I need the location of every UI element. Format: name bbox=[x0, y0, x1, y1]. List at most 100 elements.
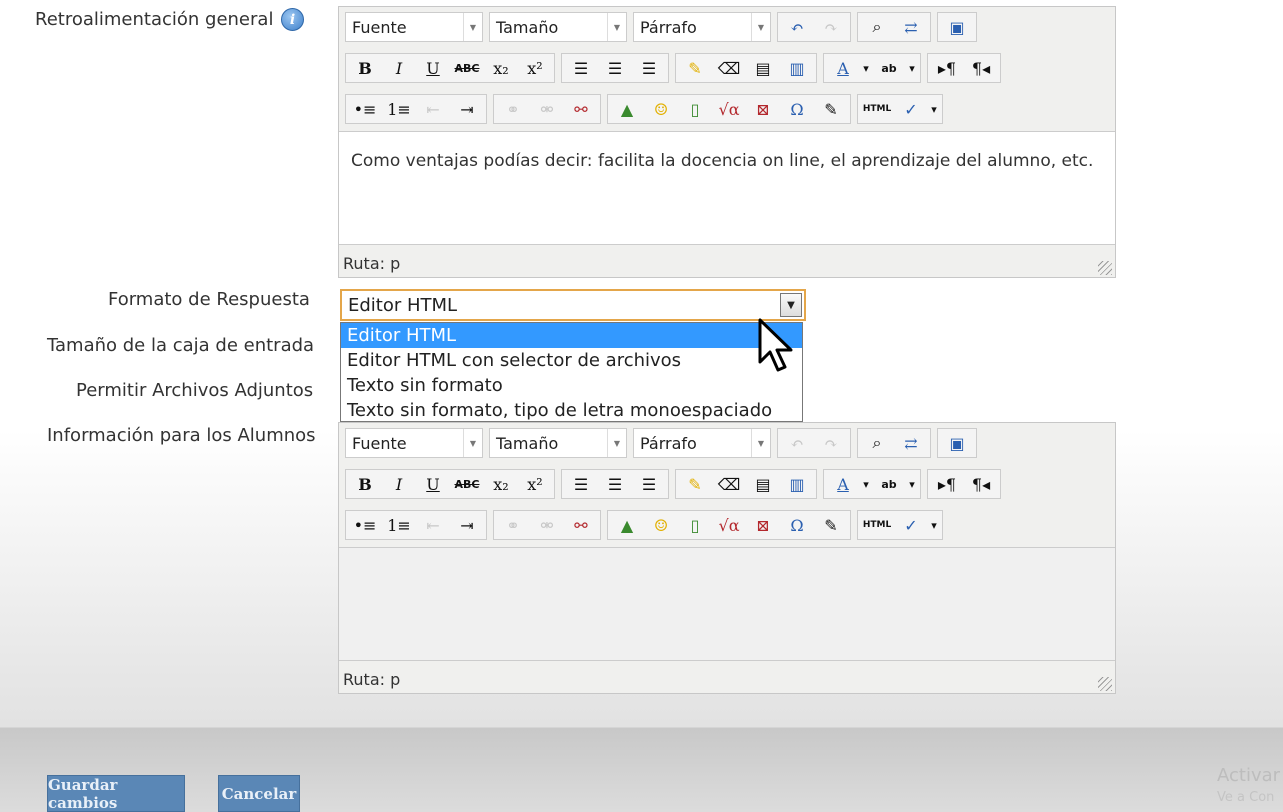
ltr-icon[interactable]: ▸¶ bbox=[930, 54, 964, 82]
chevron-down-icon[interactable]: ▾ bbox=[860, 54, 872, 82]
superscript-button[interactable]: x² bbox=[518, 54, 552, 82]
highlight-color-icon[interactable]: ab bbox=[872, 54, 906, 82]
bold-button[interactable]: B bbox=[348, 54, 382, 82]
replace-icon[interactable]: ⇄ bbox=[894, 429, 928, 457]
bullet-list-icon[interactable]: •≡ bbox=[348, 511, 382, 539]
outdent-icon[interactable]: ⇤ bbox=[416, 95, 450, 123]
paste-word-icon[interactable]: ▥ bbox=[780, 470, 814, 498]
media-icon[interactable]: ▯ bbox=[678, 511, 712, 539]
align-right-icon[interactable]: ☰ bbox=[632, 54, 666, 82]
student-info-content[interactable] bbox=[339, 547, 1115, 661]
resize-handle[interactable] bbox=[1098, 677, 1112, 691]
spellcheck-icon[interactable]: ✓ bbox=[894, 95, 928, 123]
media-icon[interactable]: ▯ bbox=[678, 95, 712, 123]
format-option[interactable]: Editor HTML bbox=[341, 323, 802, 348]
italic-button[interactable]: I bbox=[382, 54, 416, 82]
equation-icon[interactable]: √α bbox=[712, 95, 746, 123]
align-left-icon[interactable]: ☰ bbox=[564, 54, 598, 82]
info-icon[interactable]: i bbox=[281, 8, 304, 31]
image-icon[interactable]: ▲ bbox=[610, 511, 644, 539]
html-source-button[interactable]: HTML bbox=[860, 95, 894, 123]
ltr-icon[interactable]: ▸¶ bbox=[930, 470, 964, 498]
chevron-down-icon[interactable]: ▾ bbox=[928, 511, 940, 539]
highlight-color-icon[interactable]: ab bbox=[872, 470, 906, 498]
emoticon-icon[interactable]: ☺ bbox=[644, 511, 678, 539]
rtl-icon[interactable]: ¶◂ bbox=[964, 470, 998, 498]
save-button[interactable]: Guardar cambios bbox=[47, 775, 185, 812]
chevron-down-icon[interactable]: ▾ bbox=[906, 54, 918, 82]
image-icon[interactable]: ▲ bbox=[610, 95, 644, 123]
paste-text-icon[interactable]: ▤ bbox=[746, 470, 780, 498]
unlink-icon[interactable]: ⚮ bbox=[530, 95, 564, 123]
text-color-icon[interactable]: A bbox=[826, 470, 860, 498]
chevron-down-icon[interactable]: ▼ bbox=[780, 293, 802, 317]
align-center-icon[interactable]: ☰ bbox=[598, 54, 632, 82]
numbered-list-icon[interactable]: 1≡ bbox=[382, 95, 416, 123]
link-icon[interactable]: ⚭ bbox=[496, 511, 530, 539]
italic-button[interactable]: I bbox=[382, 470, 416, 498]
redo-icon[interactable]: ↷ bbox=[814, 429, 848, 457]
anchor-icon[interactable]: ⚯ bbox=[564, 511, 598, 539]
nolink-icon[interactable]: ⊠ bbox=[746, 95, 780, 123]
underline-button[interactable]: U bbox=[416, 470, 450, 498]
format-select[interactable]: Editor HTML ▼ bbox=[340, 289, 806, 321]
eraser-icon[interactable]: ⌫ bbox=[712, 470, 746, 498]
paste-word-icon[interactable]: ▥ bbox=[780, 54, 814, 82]
undo-icon[interactable]: ↶ bbox=[780, 13, 814, 41]
font-select[interactable]: Fuente ▼ bbox=[345, 428, 483, 458]
indent-icon[interactable]: ⇥ bbox=[450, 511, 484, 539]
special-char-icon[interactable]: Ω bbox=[780, 95, 814, 123]
font-select[interactable]: Fuente ▼ bbox=[345, 12, 483, 42]
paste-text-icon[interactable]: ▤ bbox=[746, 54, 780, 82]
resize-handle[interactable] bbox=[1098, 261, 1112, 275]
edit-icon[interactable]: ✎ bbox=[814, 511, 848, 539]
underline-button[interactable]: U bbox=[416, 54, 450, 82]
eraser-icon[interactable]: ⌫ bbox=[712, 54, 746, 82]
anchor-icon[interactable]: ⚯ bbox=[564, 95, 598, 123]
nolink-icon[interactable]: ⊠ bbox=[746, 511, 780, 539]
edit-icon[interactable]: ✎ bbox=[814, 95, 848, 123]
strikethrough-button[interactable]: ABC bbox=[450, 470, 484, 498]
superscript-button[interactable]: x² bbox=[518, 470, 552, 498]
fullscreen-icon[interactable]: ▣ bbox=[940, 429, 974, 457]
paragraph-select[interactable]: Párrafo ▼ bbox=[633, 12, 771, 42]
text-color-icon[interactable]: A bbox=[826, 54, 860, 82]
format-option[interactable]: Texto sin formato, tipo de letra monoesp… bbox=[341, 398, 802, 423]
find-icon[interactable]: ⌕ bbox=[860, 13, 894, 41]
subscript-button[interactable]: x₂ bbox=[484, 54, 518, 82]
html-source-button[interactable]: HTML bbox=[860, 511, 894, 539]
strikethrough-button[interactable]: ABC bbox=[450, 54, 484, 82]
size-select[interactable]: Tamaño ▼ bbox=[489, 428, 627, 458]
cleanup-icon[interactable]: ✎ bbox=[678, 470, 712, 498]
replace-icon[interactable]: ⇄ bbox=[894, 13, 928, 41]
fullscreen-icon[interactable]: ▣ bbox=[940, 13, 974, 41]
align-left-icon[interactable]: ☰ bbox=[564, 470, 598, 498]
special-char-icon[interactable]: Ω bbox=[780, 511, 814, 539]
size-select[interactable]: Tamaño ▼ bbox=[489, 12, 627, 42]
undo-icon[interactable]: ↶ bbox=[780, 429, 814, 457]
format-option[interactable]: Editor HTML con selector de archivos bbox=[341, 348, 802, 373]
equation-icon[interactable]: √α bbox=[712, 511, 746, 539]
chevron-down-icon[interactable]: ▾ bbox=[906, 470, 918, 498]
feedback-content[interactable]: Como ventajas podías decir: facilita la … bbox=[339, 131, 1115, 245]
chevron-down-icon[interactable]: ▾ bbox=[860, 470, 872, 498]
align-right-icon[interactable]: ☰ bbox=[632, 470, 666, 498]
numbered-list-icon[interactable]: 1≡ bbox=[382, 511, 416, 539]
subscript-button[interactable]: x₂ bbox=[484, 470, 518, 498]
outdent-icon[interactable]: ⇤ bbox=[416, 511, 450, 539]
bullet-list-icon[interactable]: •≡ bbox=[348, 95, 382, 123]
find-icon[interactable]: ⌕ bbox=[860, 429, 894, 457]
bold-button[interactable]: B bbox=[348, 470, 382, 498]
link-icon[interactable]: ⚭ bbox=[496, 95, 530, 123]
indent-icon[interactable]: ⇥ bbox=[450, 95, 484, 123]
cancel-button[interactable]: Cancelar bbox=[218, 775, 300, 812]
chevron-down-icon[interactable]: ▾ bbox=[928, 95, 940, 123]
redo-icon[interactable]: ↷ bbox=[814, 13, 848, 41]
emoticon-icon[interactable]: ☺ bbox=[644, 95, 678, 123]
format-option[interactable]: Texto sin formato bbox=[341, 373, 802, 398]
unlink-icon[interactable]: ⚮ bbox=[530, 511, 564, 539]
spellcheck-icon[interactable]: ✓ bbox=[894, 511, 928, 539]
align-center-icon[interactable]: ☰ bbox=[598, 470, 632, 498]
cleanup-icon[interactable]: ✎ bbox=[678, 54, 712, 82]
paragraph-select[interactable]: Párrafo ▼ bbox=[633, 428, 771, 458]
